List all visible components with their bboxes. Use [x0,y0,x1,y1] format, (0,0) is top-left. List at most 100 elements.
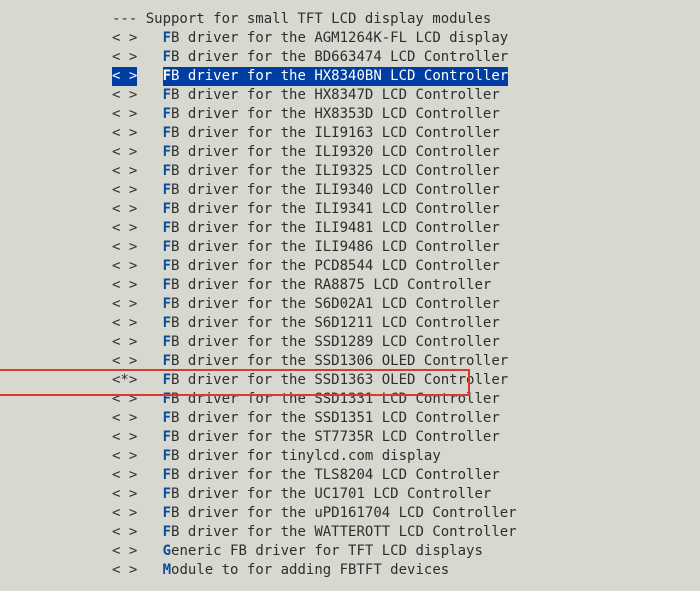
menu-item[interactable]: < > FB driver for the ILI9320 LCD Contro… [0,143,700,162]
menu-item[interactable]: < > FB driver for the ILI9481 LCD Contro… [0,219,700,238]
tristate-field[interactable]: < > [112,334,137,350]
tristate-field[interactable]: < > [112,144,137,160]
menu-item-text: B driver for the UC1701 LCD Controller [171,486,491,502]
hotkey-char: F [163,277,171,293]
tristate-field[interactable]: < > [112,201,137,217]
menu-item[interactable]: < > FB driver for the PCD8544 LCD Contro… [0,257,700,276]
menu-item[interactable]: < > FB driver for the HX8347D LCD Contro… [0,86,700,105]
tristate-field[interactable]: < > [112,30,137,46]
tristate-field[interactable]: < > [112,67,137,86]
hotkey-char: F [163,87,171,103]
tristate-field[interactable]: < > [112,87,137,103]
menu-item[interactable]: < > Generic FB driver for TFT LCD displa… [0,542,700,561]
tristate-field[interactable]: < > [112,106,137,122]
menu-item[interactable]: <*> FB driver for the SSD1363 OLED Contr… [0,371,700,390]
hotkey-char: F [163,106,171,122]
tristate-field[interactable]: < > [112,182,137,198]
menu-item-text: B driver for the WATTEROTT LCD Controlle… [171,524,517,540]
menu-item-text: B driver for the ILI9340 LCD Controller [171,182,500,198]
menu-item[interactable]: < > FB driver for the HX8353D LCD Contro… [0,105,700,124]
hotkey-char: F [163,163,171,179]
tristate-field[interactable]: < > [112,562,137,578]
menu-item[interactable]: < > FB driver for the WATTEROTT LCD Cont… [0,523,700,542]
menu-item-text: B driver for tinylcd.com display [171,448,441,464]
tristate-field[interactable]: < > [112,448,137,464]
tristate-field[interactable]: < > [112,49,137,65]
tristate-field[interactable]: < > [112,391,137,407]
tristate-field[interactable]: < > [112,163,137,179]
tristate-field[interactable]: < > [112,239,137,255]
tristate-field[interactable]: < > [112,486,137,502]
hotkey-char: F [163,372,171,388]
hotkey-char: F [163,125,171,141]
menu-item[interactable]: < > FB driver for the ILI9325 LCD Contro… [0,162,700,181]
menu-item-text: B driver for the SSD1363 OLED Controller [171,372,508,388]
tristate-field[interactable]: < > [112,524,137,540]
hotkey-char: F [163,220,171,236]
menu-item[interactable]: < > FB driver for the TLS8204 LCD Contro… [0,466,700,485]
menu-item[interactable]: < > FB driver for the S6D1211 LCD Contro… [0,314,700,333]
menu-item[interactable]: < > FB driver for the SSD1351 LCD Contro… [0,409,700,428]
hotkey-char: F [163,49,171,65]
menu-item[interactable]: < > FB driver for the SSD1289 LCD Contro… [0,333,700,352]
section-header: --- Support for small TFT LCD display mo… [0,10,700,29]
menu-item-text: B driver for the SSD1306 OLED Controller [171,353,508,369]
tristate-field[interactable]: < > [112,315,137,331]
menu-item-text: B driver for the AGM1264K-FL LCD display [171,30,508,46]
menu-item[interactable]: < > FB driver for the ILI9163 LCD Contro… [0,124,700,143]
hotkey-char: F [163,296,171,312]
menu-item[interactable]: < > Module to for adding FBTFT devices [0,561,700,580]
hotkey-char: F [163,201,171,217]
tristate-field[interactable]: < > [112,410,137,426]
menu-item-text: B driver for the ILI9481 LCD Controller [171,220,500,236]
menu-item-text: B driver for the HX8340BN LCD Controller [171,68,508,84]
tristate-field[interactable]: < > [112,353,137,369]
menu-item[interactable]: < > FB driver for the HX8340BN LCD Contr… [0,67,700,86]
hotkey-char: F [163,410,171,426]
menu-item[interactable]: < > FB driver for the ST7735R LCD Contro… [0,428,700,447]
hotkey-char: F [163,524,171,540]
menu-item-text: B driver for the HX8353D LCD Controller [171,106,500,122]
menu-item[interactable]: < > FB driver for the ILI9340 LCD Contro… [0,181,700,200]
tristate-field[interactable]: < > [112,258,137,274]
hotkey-char: F [163,30,171,46]
hotkey-char: F [163,239,171,255]
menu-item[interactable]: < > FB driver for the SSD1306 OLED Contr… [0,352,700,371]
hotkey-char: F [163,467,171,483]
hotkey-char: F [163,448,171,464]
menu-item-text: eneric FB driver for TFT LCD displays [171,543,483,559]
menu-item[interactable]: < > FB driver for the ILI9341 LCD Contro… [0,200,700,219]
menu-item-text: B driver for the S6D02A1 LCD Controller [171,296,500,312]
menu-item[interactable]: < > FB driver for the UC1701 LCD Control… [0,485,700,504]
menu-item-text: B driver for the ILI9325 LCD Controller [171,163,500,179]
tristate-field[interactable]: < > [112,543,137,559]
tristate-field[interactable]: <*> [112,372,137,388]
menu-item-text: B driver for the SSD1331 LCD Controller [171,391,500,407]
menu-item-text: B driver for the ILI9486 LCD Controller [171,239,500,255]
menu-item[interactable]: < > FB driver for the BD663474 LCD Contr… [0,48,700,67]
tristate-field[interactable]: < > [112,429,137,445]
tristate-field[interactable]: < > [112,277,137,293]
menu-item[interactable]: < > FB driver for the ILI9486 LCD Contro… [0,238,700,257]
tristate-field[interactable]: < > [112,505,137,521]
menu-item-text: B driver for the ILI9163 LCD Controller [171,125,500,141]
hotkey-char: F [163,144,171,160]
tristate-field[interactable]: < > [112,220,137,236]
hotkey-char: F [163,391,171,407]
tristate-field[interactable]: < > [112,125,137,141]
menu-item[interactable]: < > FB driver for tinylcd.com display [0,447,700,466]
hotkey-char: F [163,486,171,502]
hotkey-char: F [163,353,171,369]
menu-item[interactable]: < > FB driver for the uPD161704 LCD Cont… [0,504,700,523]
menu-item[interactable]: < > FB driver for the RA8875 LCD Control… [0,276,700,295]
menu-item[interactable]: < > FB driver for the S6D02A1 LCD Contro… [0,295,700,314]
hotkey-char: M [163,562,171,578]
tristate-field[interactable]: < > [112,467,137,483]
menu-item-text: B driver for the ILI9320 LCD Controller [171,144,500,160]
menu-item[interactable]: < > FB driver for the SSD1331 LCD Contro… [0,390,700,409]
menu-item-text: B driver for the SSD1289 LCD Controller [171,334,500,350]
menu-item-text: B driver for the S6D1211 LCD Controller [171,315,500,331]
tristate-field[interactable]: < > [112,296,137,312]
menu-item[interactable]: < > FB driver for the AGM1264K-FL LCD di… [0,29,700,48]
menu-item-text: B driver for the PCD8544 LCD Controller [171,258,500,274]
